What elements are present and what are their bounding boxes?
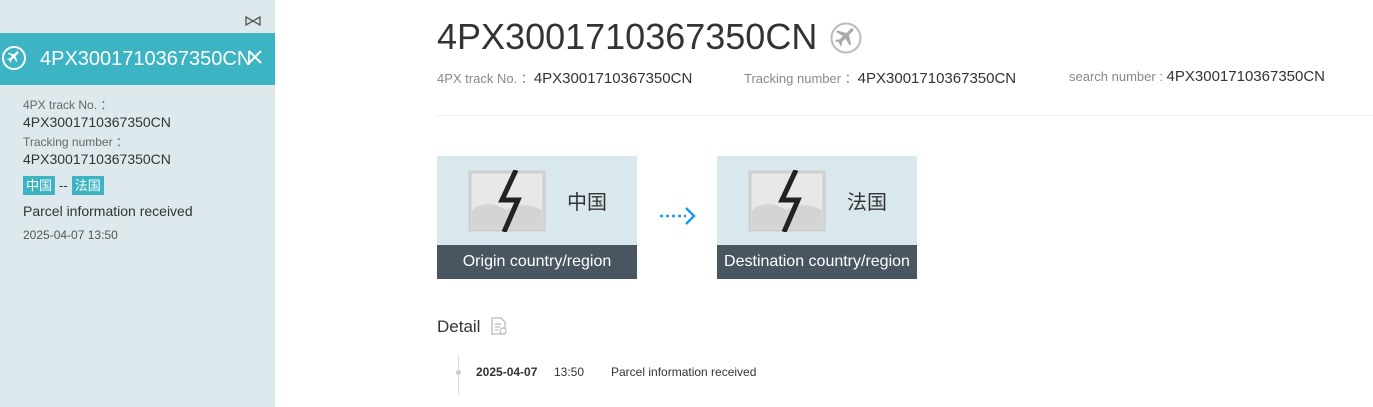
- event-description: Parcel information received: [611, 365, 757, 379]
- meta-tracking-number: Tracking number ：4PX3001710367350CN: [744, 68, 1016, 87]
- route-separator: --: [59, 178, 68, 193]
- origin-country-card: 中国 Origin country/region: [437, 156, 637, 279]
- sidebar-timestamp: 2025-04-07 13:50: [23, 228, 118, 242]
- meta-track-no: 4PX track No. ：4PX3001710367350CN: [437, 68, 692, 87]
- close-icon[interactable]: [246, 48, 264, 66]
- meta-label: search number :: [1069, 69, 1167, 84]
- route: 中国 -- 法国: [23, 176, 104, 195]
- track-no-value: 4PX3001710367350CN: [23, 114, 171, 130]
- destination-country-label: Destination country/region: [717, 245, 917, 279]
- origin-tag: 中国: [23, 176, 56, 195]
- track-no-label: 4PX track No. ：: [23, 98, 113, 112]
- meta-value: 4PX3001710367350CN: [857, 70, 1017, 87]
- detail-heading: Detail: [437, 317, 481, 336]
- destination-country-name: 法国: [847, 192, 887, 214]
- page-title: 4PX3001710367350CN: [437, 16, 818, 57]
- document-icon[interactable]: [489, 316, 509, 336]
- origin-country-label: Origin country/region: [437, 245, 637, 279]
- broken-image-icon: [748, 168, 826, 234]
- meta-label: 4PX track No. ：: [437, 71, 534, 86]
- sidebar-status: Parcel information received: [23, 203, 193, 219]
- plane-icon: [830, 22, 862, 54]
- tracking-number-value: 4PX3001710367350CN: [23, 151, 171, 167]
- timeline-line: [458, 355, 459, 395]
- event-time: 13:50: [554, 365, 585, 379]
- arrow-right-icon: [658, 204, 698, 228]
- event-date: 2025-04-07: [476, 365, 538, 379]
- tracking-card-header[interactable]: 4PX3001710367350CN: [0, 33, 275, 85]
- meta-value: 4PX3001710367350CN: [533, 70, 693, 87]
- plane-icon: [2, 46, 26, 70]
- meta-label: Tracking number ：: [744, 71, 858, 86]
- collapse-icon[interactable]: [244, 14, 262, 28]
- sidebar: 4PX3001710367350CN 4PX track No. ： 4PX30…: [0, 0, 275, 407]
- destination-country-card: 法国 Destination country/region: [717, 156, 917, 279]
- meta-search-number: search number : 4PX3001710367350CN: [1069, 68, 1325, 85]
- destination-tag: 法国: [71, 176, 104, 195]
- divider: [437, 115, 1373, 116]
- broken-image-icon: [468, 168, 546, 234]
- tracking-number-label: Tracking number ：: [23, 135, 128, 149]
- meta-value: 4PX3001710367350CN: [1166, 68, 1326, 85]
- card-title: 4PX3001710367350CN: [40, 48, 252, 70]
- origin-country-name: 中国: [567, 192, 607, 214]
- timeline-dot: [456, 370, 461, 375]
